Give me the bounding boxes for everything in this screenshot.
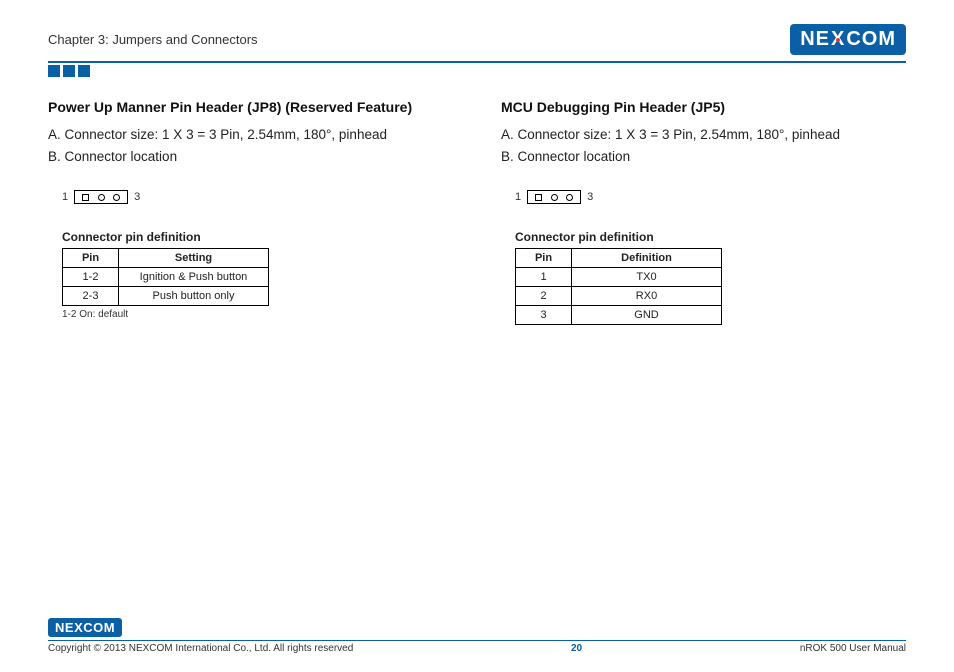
jp8-pin-header-icon (74, 190, 128, 204)
logo-text-right: COM (83, 620, 115, 635)
right-column: MCU Debugging Pin Header (JP5) A. Connec… (501, 99, 906, 325)
pin-circle-icon (566, 194, 573, 201)
logo-text-left: NE (55, 620, 74, 635)
header-rule (48, 61, 906, 63)
cell-setting: Ignition & Push button (119, 268, 269, 287)
footer-rule (48, 640, 906, 642)
jp5-connector-diagram: 1 3 (515, 190, 906, 204)
jp5-table-heading: Connector pin definition (515, 230, 906, 244)
cell-pin: 1 (516, 268, 572, 287)
logo-text-x: X (831, 28, 845, 51)
table-header-row: Pin Setting (63, 249, 269, 268)
cell-pin: 1-2 (63, 268, 119, 287)
th-setting: Setting (119, 249, 269, 268)
pin-circle-icon (551, 194, 558, 201)
jp5-pin-header-icon (527, 190, 581, 204)
jp8-connector-diagram: 1 3 (62, 190, 453, 204)
jp8-default-note: 1-2 On: default (62, 309, 453, 320)
cell-pin: 3 (516, 306, 572, 325)
th-definition: Definition (572, 249, 722, 268)
pin-square-icon (535, 194, 542, 201)
jp5-pin-table: Pin Definition 1 TX0 2 RX0 3 GND (515, 248, 722, 325)
left-column: Power Up Manner Pin Header (JP8) (Reserv… (48, 99, 453, 325)
th-pin: Pin (63, 249, 119, 268)
table-row: 2-3 Push button only (63, 287, 269, 306)
jp8-line-a: A. Connector size: 1 X 3 = 3 Pin, 2.54mm… (48, 125, 453, 145)
logo-text-left: NE (800, 28, 830, 51)
jp8-pin1-label: 1 (62, 191, 68, 203)
jp5-pin3-label: 3 (587, 191, 593, 203)
logo-text-x: X (74, 620, 83, 635)
cell-setting: Push button only (119, 287, 269, 306)
cell-pin: 2-3 (63, 287, 119, 306)
copyright-text: Copyright © 2013 NEXCOM International Co… (48, 643, 353, 654)
th-pin: Pin (516, 249, 572, 268)
logo-text-right: COM (846, 28, 896, 51)
document-title: nROK 500 User Manual (800, 643, 906, 654)
pin-circle-icon (98, 194, 105, 201)
section-title-jp5: MCU Debugging Pin Header (JP5) (501, 99, 906, 115)
page-number: 20 (571, 643, 582, 654)
cell-def: GND (572, 306, 722, 325)
pin-square-icon (82, 194, 89, 201)
cell-def: RX0 (572, 287, 722, 306)
cell-def: TX0 (572, 268, 722, 287)
chapter-title: Chapter 3: Jumpers and Connectors (48, 32, 258, 47)
jp5-pin1-label: 1 (515, 191, 521, 203)
jp8-line-b: B. Connector location (48, 147, 453, 167)
pin-circle-icon (113, 194, 120, 201)
jp8-table-heading: Connector pin definition (62, 230, 453, 244)
table-row: 2 RX0 (516, 287, 722, 306)
jp5-line-b: B. Connector location (501, 147, 906, 167)
section-title-jp8: Power Up Manner Pin Header (JP8) (Reserv… (48, 99, 453, 115)
table-row: 1 TX0 (516, 268, 722, 287)
decorative-squares (48, 65, 906, 77)
nexcom-logo-footer: NEXCOM (48, 618, 122, 637)
table-row: 1-2 Ignition & Push button (63, 268, 269, 287)
jp8-pin-table: Pin Setting 1-2 Ignition & Push button 2… (62, 248, 269, 306)
nexcom-logo: NEXCOM (790, 24, 906, 55)
table-row: 3 GND (516, 306, 722, 325)
cell-pin: 2 (516, 287, 572, 306)
table-header-row: Pin Definition (516, 249, 722, 268)
jp8-pin3-label: 3 (134, 191, 140, 203)
jp5-line-a: A. Connector size: 1 X 3 = 3 Pin, 2.54mm… (501, 125, 906, 145)
